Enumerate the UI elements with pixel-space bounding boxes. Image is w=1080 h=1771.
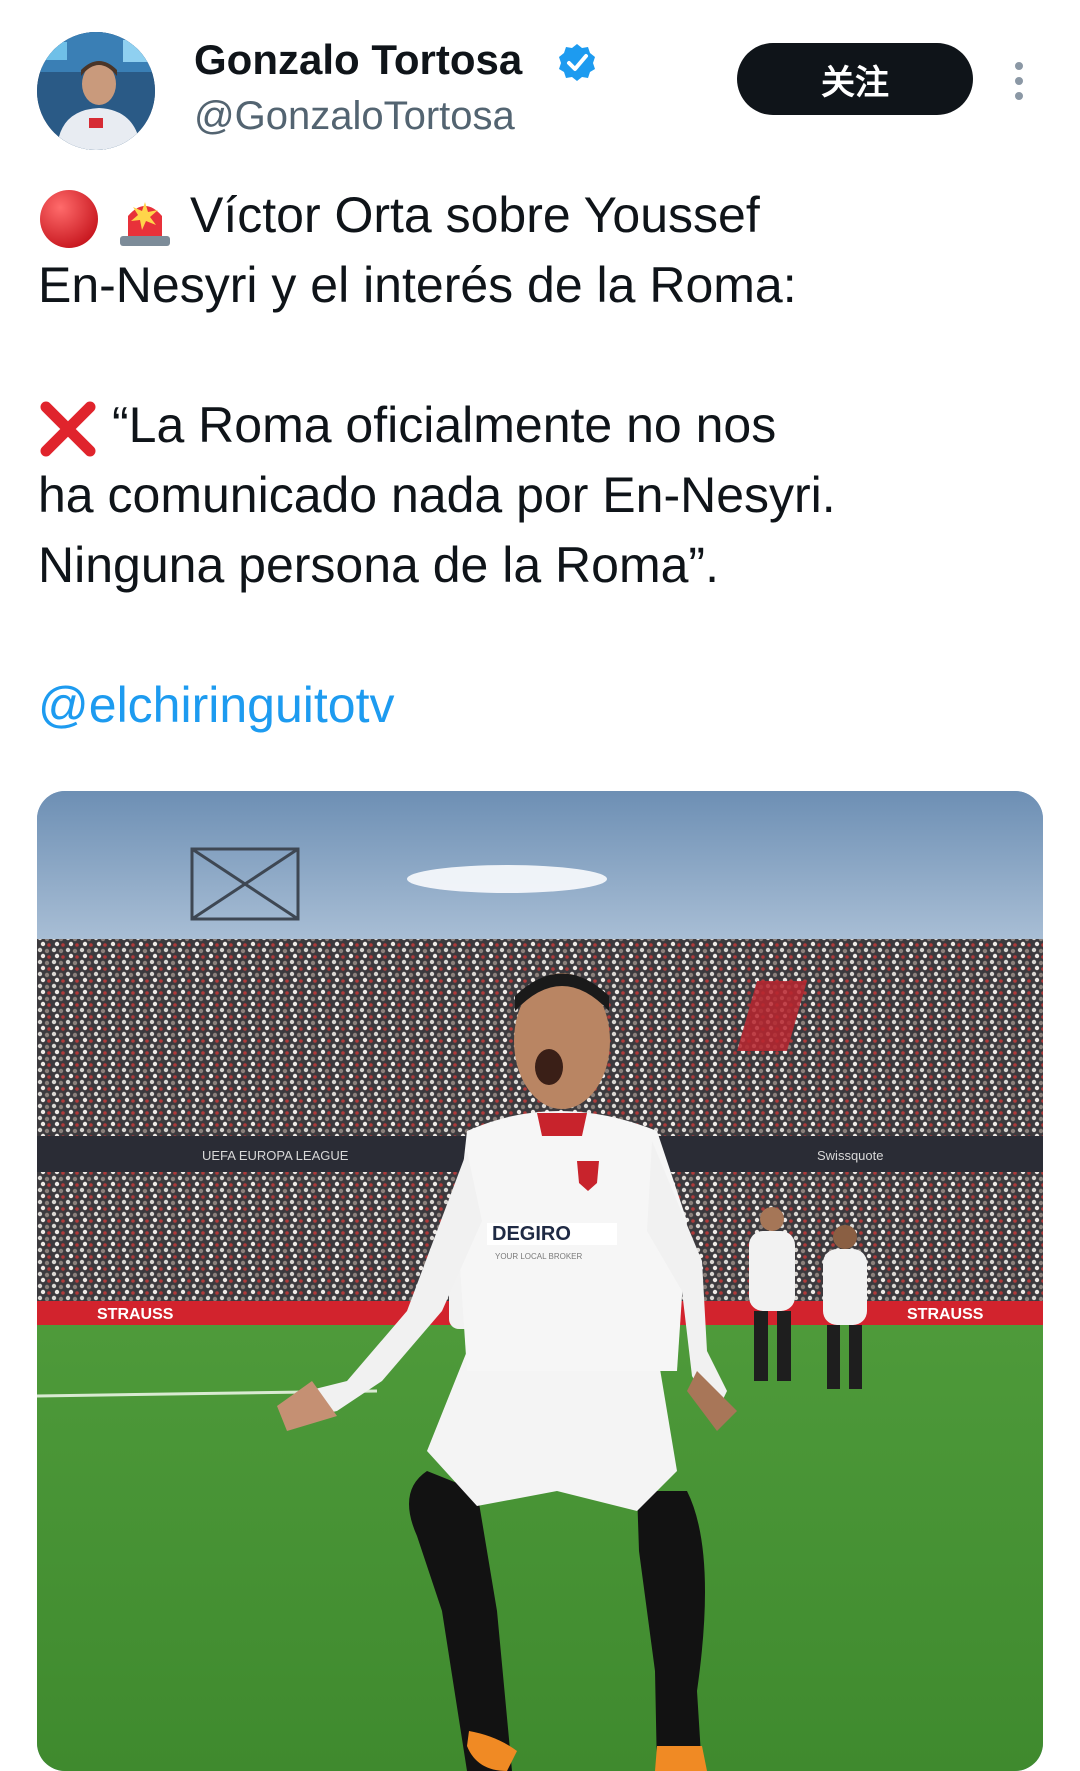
tweet-line-2: En-Nesyri y el interés de la Roma: xyxy=(38,257,797,313)
tweet-media-image[interactable]: STRAUSS UEFA EUROPA LEAGUE Swissquote ST… xyxy=(37,791,1043,1771)
ad-board-swissquote: Swissquote xyxy=(817,1148,883,1163)
tweet-line-3-text: “La Roma oficialmente no nos xyxy=(112,397,777,453)
stadium-celebration-photo: STRAUSS UEFA EUROPA LEAGUE Swissquote ST… xyxy=(37,791,1043,1771)
author-avatar[interactable] xyxy=(37,32,155,150)
follow-button[interactable]: 关注 xyxy=(737,43,973,115)
rotating-light-icon xyxy=(120,201,170,246)
tweet-line-1-text: Víctor Orta sobre Youssef xyxy=(190,187,760,243)
ad-board-strauss-2: STRAUSS xyxy=(907,1306,984,1323)
tweet-line-4: ha comunicado nada por En-Nesyri. xyxy=(38,467,836,523)
more-vertical-icon[interactable] xyxy=(1012,62,1026,102)
ad-board-uefa: UEFA EUROPA LEAGUE xyxy=(202,1148,349,1163)
cross-mark-icon xyxy=(40,401,96,457)
stadium-lights xyxy=(407,865,607,893)
ad-board-strauss: STRAUSS xyxy=(97,1306,174,1323)
avatar-photo xyxy=(37,32,155,150)
jersey-sponsor: DEGIRO xyxy=(492,1223,571,1245)
mention-link[interactable]: @elchiringuitotv xyxy=(38,670,1048,740)
tweet-line-3: “La Roma oficialmente no nos xyxy=(38,390,1048,460)
tweet-header: Gonzalo Tortosa @GonzaloTortosa 关注 xyxy=(0,0,1080,160)
tweet-line-5: Ninguna persona de la Roma”. xyxy=(38,537,719,593)
tweet-line-1: Víctor Orta sobre Youssef xyxy=(38,180,1048,250)
red-circle-icon xyxy=(40,189,98,248)
jersey-sponsor-sub: YOUR LOCAL BROKER xyxy=(495,1252,583,1261)
author-name[interactable]: Gonzalo Tortosa xyxy=(194,36,522,84)
tweet-text: Víctor Orta sobre Youssef En-Nesyri y el… xyxy=(38,180,1048,740)
verified-badge-icon xyxy=(559,44,595,81)
author-handle[interactable]: @GonzaloTortosa xyxy=(194,94,515,139)
